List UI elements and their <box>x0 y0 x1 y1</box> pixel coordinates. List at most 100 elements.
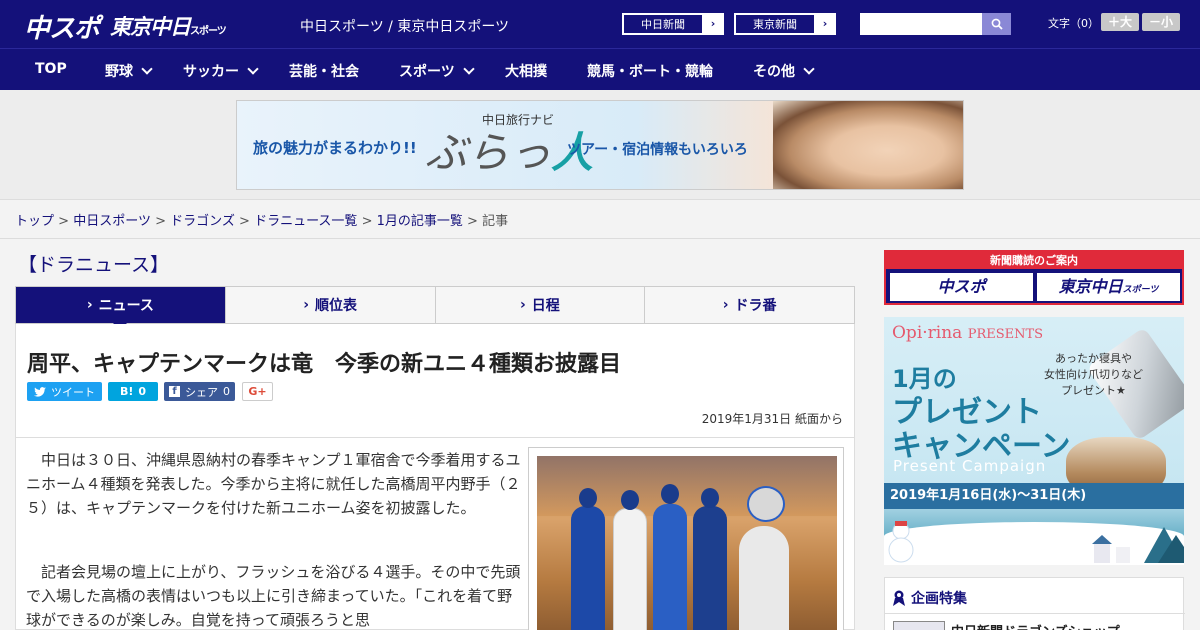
nav-label: TOP <box>35 61 67 77</box>
nav-item-racing[interactable]: 競馬・ボート・競輪 <box>587 61 713 81</box>
present-campaign-ad[interactable]: Opi·rina PRESENTS あったか寝具や 女性向け爪切りなど プレゼン… <box>884 317 1184 565</box>
nav-label: 野球 <box>105 64 133 80</box>
breadcrumb-separator: > <box>361 214 373 229</box>
ext-link-label: 中日新聞 <box>623 14 703 34</box>
article-body: 中日は３０日、沖縄県恩納村の春季キャンプ１軍宿舎で今季着用するユニホーム４種類を… <box>15 438 855 630</box>
site-name: 中日スポーツ / 東京中日スポーツ <box>300 19 510 35</box>
nav-label: その他 <box>753 64 795 80</box>
ad-navi-label: 中日旅行ナビ <box>482 113 555 127</box>
hatena-button[interactable]: B! 0 <box>108 382 158 401</box>
fb-share-count: 0 <box>223 385 230 398</box>
mascot-figure <box>739 526 789 630</box>
nav-item-entertainment[interactable]: 芸能・社会 <box>289 61 359 81</box>
nav-item-sports[interactable]: スポーツ <box>399 61 475 81</box>
hatena-count: 0 <box>138 385 147 398</box>
player-cap <box>701 488 719 508</box>
ad-right-text: ツアー・宿泊情報もいろいろ <box>567 142 748 158</box>
fb-share-label: シェア <box>185 385 218 399</box>
font-smaller-button[interactable]: －小 <box>1142 13 1180 31</box>
breadcrumb-link-chuspo[interactable]: 中日スポーツ <box>73 214 151 229</box>
article-dateline: 2019年1月31日 紙面から <box>701 412 843 426</box>
tweet-button[interactable]: ツイート <box>27 382 102 401</box>
nav-label: サッカー <box>183 64 239 80</box>
breadcrumb-link-january[interactable]: 1月の記事一覧 <box>377 214 463 229</box>
nav-item-top[interactable]: TOP <box>35 61 67 77</box>
ribbon-icon <box>893 590 905 606</box>
chuspo-logo[interactable]: 中スポ <box>24 8 100 45</box>
main-nav: TOP 野球 サッカー 芸能・社会 スポーツ 大相撲 競馬・ボート・競輪 その他 <box>0 48 1200 90</box>
tab-standings[interactable]: › 順位表 <box>226 287 436 323</box>
nav-item-sumo[interactable]: 大相撲 <box>505 61 547 81</box>
google-plus-icon: G+ <box>248 385 267 398</box>
breadcrumb-current: 記事 <box>482 214 509 229</box>
ad-left-text: 旅の魅力がまるわかり!! <box>253 139 417 157</box>
tab-news[interactable]: › ニュース <box>16 287 226 330</box>
chunichi-shimbun-link[interactable]: 中日新聞 › <box>622 13 724 35</box>
player-figure <box>693 506 727 630</box>
chevron-right-icon: › <box>822 17 828 30</box>
search-icon <box>991 18 1003 30</box>
divider <box>885 613 1185 614</box>
section-title: 【ドラニュース】 <box>18 254 170 276</box>
breadcrumb-link-top[interactable]: トップ <box>15 214 54 229</box>
travel-ad-banner[interactable]: 旅の魅力がまるわかり!! ぶらっ人 中日旅行ナビ ツアー・宿泊情報もいろいろ <box>236 100 964 190</box>
promo-date: 2019年1月16日(水)〜31日(木) <box>884 483 1184 509</box>
nav-label: 芸能・社会 <box>289 64 359 80</box>
article-photo[interactable] <box>537 456 837 630</box>
font-size-label: 文字（0） <box>1048 17 1099 30</box>
category-tabs: › ニュース › 順位表 › 日程 › ドラ番 <box>15 286 855 330</box>
tab-schedule[interactable]: › 日程 <box>436 287 646 323</box>
chevron-down-icon <box>803 63 815 75</box>
special-features-heading: 企画特集 <box>893 588 967 608</box>
player-figure <box>653 504 687 630</box>
nav-label: 競馬・ボート・競輪 <box>587 64 713 80</box>
chevron-down-icon <box>247 63 259 75</box>
promo-brand-name: Opi·rina <box>892 323 963 343</box>
subscription-banner[interactable]: 新聞購読のご案内 中スポ 東京中日スポーツ <box>884 250 1184 305</box>
article-header: 周平、キャプテンマークは竜 今季の新ユニ４種類お披露目 ツイート B! 0 f … <box>15 324 855 438</box>
woman-photo <box>773 101 963 189</box>
chevron-right-icon: › <box>303 297 310 313</box>
promo-brand-suffix: PRESENTS <box>967 327 1044 342</box>
ext-link-label: 東京新聞 <box>735 14 815 34</box>
nav-item-others[interactable]: その他 <box>753 61 815 81</box>
houses-icon <box>1092 527 1184 563</box>
nav-item-baseball[interactable]: 野球 <box>105 61 153 81</box>
special-features-box: 企画特集 中日新聞ドラゴンズショップ <box>884 577 1185 630</box>
breadcrumb-link-dranews[interactable]: ドラニュース一覧 <box>254 214 357 229</box>
breadcrumb-separator: > <box>155 214 166 229</box>
article-paragraph: 中日は３０日、沖縄県恩納村の春季キャンプ１軍宿舎で今季着用するユニホーム４種類を… <box>26 451 521 517</box>
player-cap <box>621 490 639 510</box>
tab-label: ドラ番 <box>734 298 777 314</box>
subscribe-header: 新聞購読のご案内 <box>886 252 1182 269</box>
facebook-share-button[interactable]: f シェア 0 <box>164 382 235 401</box>
search-input[interactable] <box>860 13 982 35</box>
tweet-label: ツイート <box>51 385 95 399</box>
tokyo-logo-text: 東京中日 <box>110 15 191 39</box>
font-larger-button[interactable]: ＋大 <box>1101 13 1139 31</box>
google-plus-button[interactable]: G+ <box>242 382 273 401</box>
chevron-right-icon: › <box>86 297 93 313</box>
breadcrumb-separator: > <box>467 214 478 229</box>
article-paragraph: 記者会見場の壇上に上がり、フラッシュを浴びる４選手。その中で先頭で入場した高橋の… <box>26 563 521 629</box>
breadcrumb-link-dragons[interactable]: ドラゴンズ <box>170 214 235 229</box>
subscribe-tokyo[interactable]: 東京中日スポーツ <box>1037 273 1180 301</box>
promo-title: 1月の プレゼント キャンペーン <box>892 362 1071 464</box>
tab-dora-ban[interactable]: › ドラ番 <box>645 287 854 323</box>
player-cap <box>579 488 597 508</box>
dragons-shop-thumbnail[interactable] <box>893 621 945 630</box>
hatena-icon: B! <box>119 385 134 398</box>
top-header-bar: 中スポ 東京中日スポーツ 中日スポーツ / 東京中日スポーツ 中日新聞 › 東京… <box>0 0 1200 48</box>
ad-band: 旅の魅力がまるわかり!! ぶらっ人 中日旅行ナビ ツアー・宿泊情報もいろいろ <box>0 90 1200 200</box>
dragons-shop-link[interactable]: 中日新聞ドラゴンズショップ <box>951 621 1120 630</box>
nav-item-soccer[interactable]: サッカー <box>183 61 259 81</box>
promo-title-line: プレゼント <box>892 395 1042 430</box>
nav-label: 大相撲 <box>505 64 547 80</box>
tokyo-shimbun-link[interactable]: 東京新聞 › <box>734 13 836 35</box>
tokyo-chunichi-logo[interactable]: 東京中日スポーツ <box>110 11 227 41</box>
search-button[interactable] <box>982 13 1011 35</box>
subscribe-tokyo-text: 東京中日 <box>1058 277 1123 296</box>
tokyo-logo-small: スポーツ <box>190 26 227 37</box>
tab-label: 日程 <box>531 298 560 314</box>
subscribe-chuspo[interactable]: 中スポ <box>890 273 1033 301</box>
